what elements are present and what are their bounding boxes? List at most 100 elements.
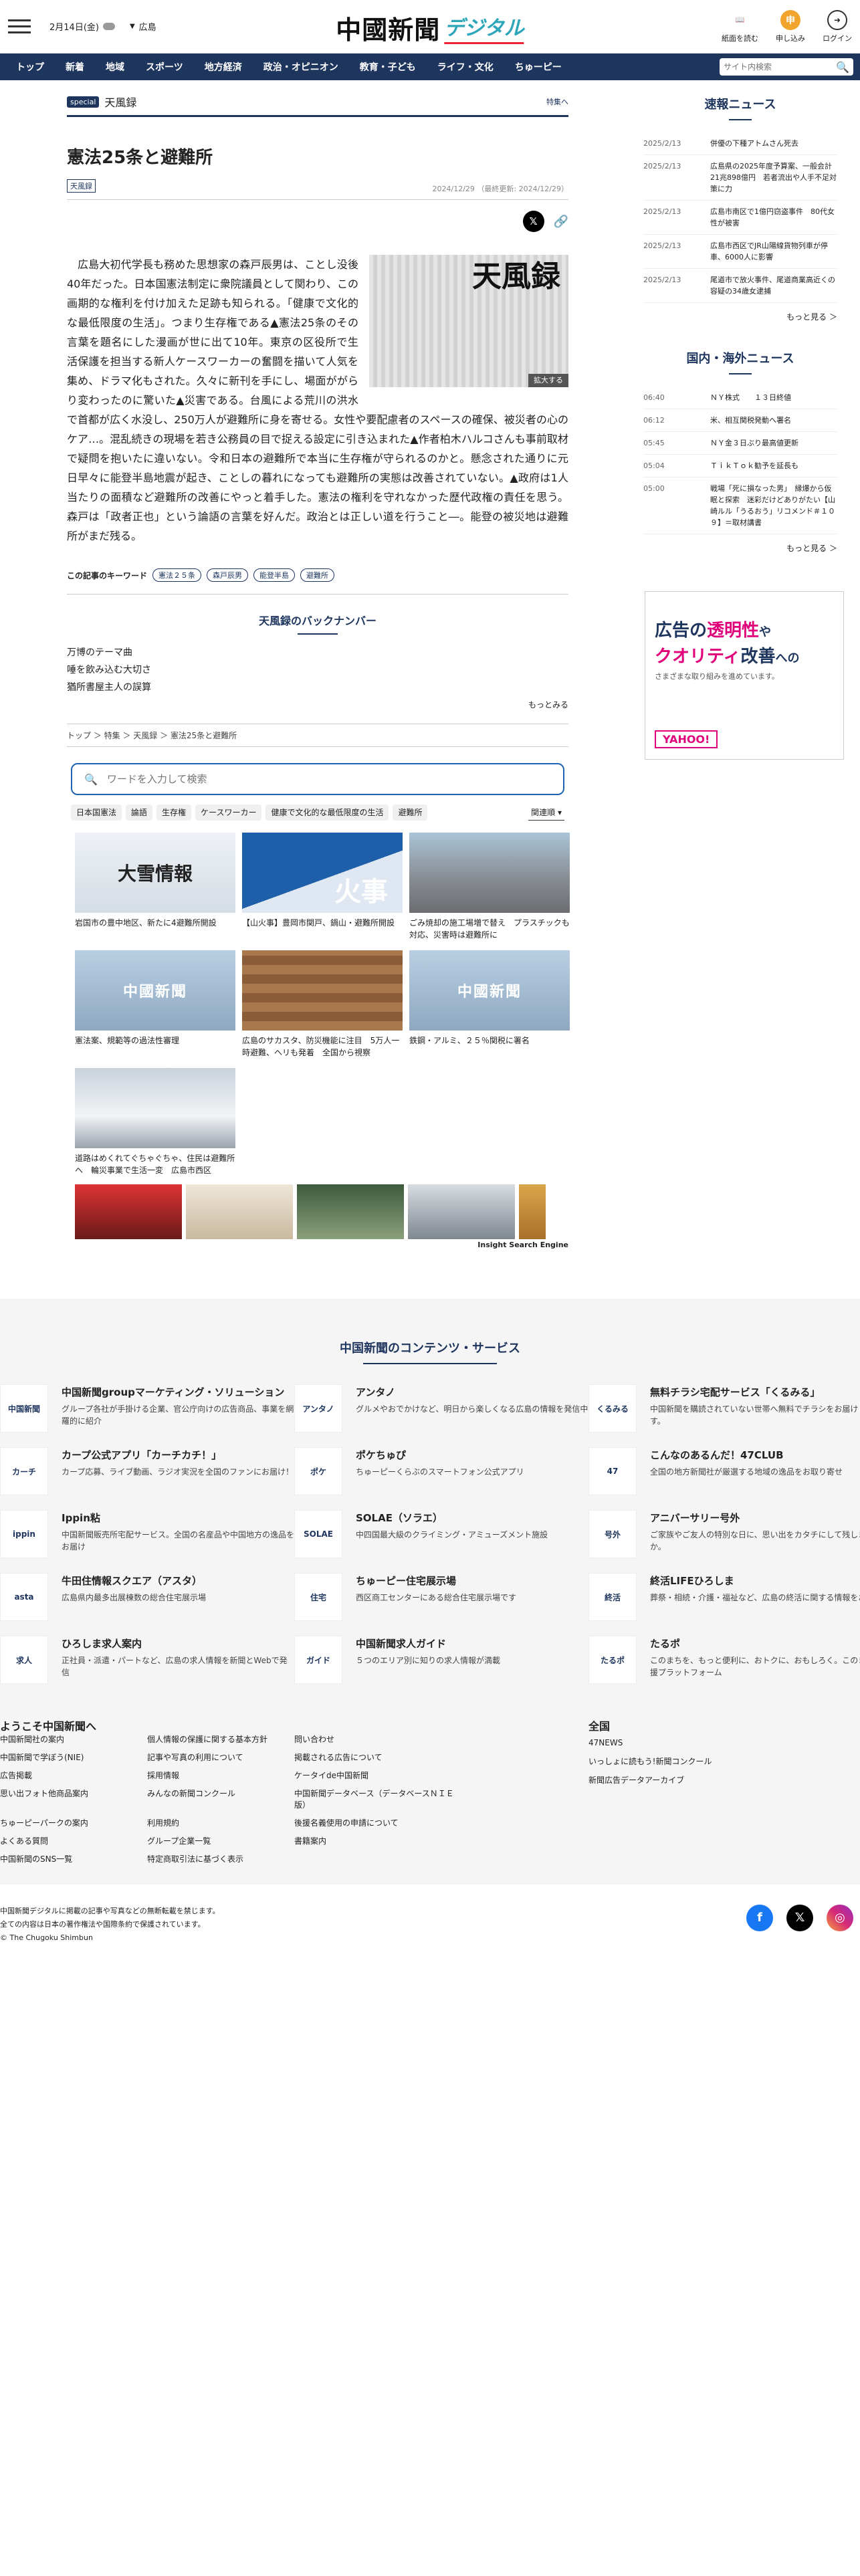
search-icon[interactable]: 🔍	[836, 61, 849, 74]
service-item[interactable]: くるみる 無料チラシ宅配サービス「くるみる」 中国新聞を購読されていない世帯へ無料で…	[588, 1384, 860, 1432]
facebook-icon[interactable]: f	[746, 1905, 773, 1931]
x-share-icon[interactable]: 𝕏	[522, 211, 544, 232]
more-link[interactable]: もっと見る ＞	[643, 311, 837, 322]
related-card[interactable]: 中國新聞 憲法案、規範等の過法性審理	[75, 950, 235, 1059]
keyword-chip[interactable]: 能登半島	[253, 568, 296, 582]
news-row[interactable]: 2025/2/13 広島市西区でJR山陽線貨物列車が停車、6000人に影響	[643, 235, 837, 269]
related-card[interactable]: 道路はめくれてぐちゃぐちゃ、住民は避難所へ 輪災事業で生活一変 広島市西区	[75, 1068, 235, 1176]
footer-link[interactable]: 特定商取引法に基づく表示	[147, 1853, 294, 1864]
nav-education[interactable]: 教育・子ども	[349, 53, 427, 80]
related-card[interactable]: 広島のサカスタ、防災機能に注目 5万人一時避難、ヘリも発着 全国から視察	[242, 950, 403, 1059]
keyword-chip[interactable]: 避難所	[300, 568, 335, 582]
footer-link[interactable]: 個人情報の保護に関する基本方針	[147, 1733, 294, 1745]
news-row[interactable]: 05:45 ＮＹ金３日ぶり最高値更新	[643, 432, 837, 455]
news-row[interactable]: 2025/2/13 尾道市で放火事件、尾道商業高近くの容疑の34歳女逮捕	[643, 269, 837, 303]
service-item[interactable]: 47 こんなのあるんだ！47CLUB 全国の地方新聞社が厳選する地域の逸品をお取り寄…	[588, 1447, 860, 1495]
ad-banner[interactable]: 広告の透明性や クオリティ改善への さまざまな取り組みを進めています。 YAHOO…	[645, 591, 844, 760]
related-card[interactable]: ごみ焼却の施工場増で替え プラスチックも対応、災害時は避難所に	[409, 833, 570, 941]
nav-politics[interactable]: 政治・オピニオン	[253, 53, 349, 80]
nav-economy[interactable]: 地方経済	[194, 53, 253, 80]
thumbnail-image[interactable]	[408, 1184, 515, 1239]
service-item[interactable]: 号外 アニバーサリー号外 ご家族やご友人の特別な日に、思い出をカタチにして残しません…	[588, 1510, 860, 1558]
search-chip[interactable]: ケースワーカー	[195, 804, 262, 821]
menu-icon[interactable]	[8, 19, 31, 33]
footer-link[interactable]: よくある質問	[0, 1835, 147, 1846]
backnumber-item[interactable]: 万博のテーマ曲	[67, 644, 568, 661]
nav-new[interactable]: 新着	[55, 53, 95, 80]
footer-link[interactable]: グループ企業一覧	[147, 1835, 294, 1846]
service-item[interactable]: 住宅 ちゅーピー住宅展示場 西区商工センターにある総合住宅展示場です	[294, 1573, 588, 1621]
article-tag[interactable]: 天風録	[67, 179, 96, 193]
site-search-input[interactable]	[724, 62, 837, 72]
thumbnail-image[interactable]	[519, 1184, 546, 1239]
nav-region[interactable]: 地域	[95, 53, 135, 80]
footer-link[interactable]: 書籍案内	[294, 1835, 455, 1846]
footer-link[interactable]: 問い合わせ	[294, 1733, 455, 1745]
backnumber-item[interactable]: 猶所書屋主人の誤算	[67, 679, 568, 696]
x-icon[interactable]: 𝕏	[786, 1905, 813, 1931]
series-name[interactable]: 天風録	[104, 94, 136, 110]
keyword-chip[interactable]: 森戸辰男	[207, 568, 249, 582]
apply-button[interactable]: 申申し込み	[776, 9, 805, 43]
backnumber-more-link[interactable]: もっとみる	[67, 699, 568, 710]
footer-link[interactable]: 47NEWS	[588, 1733, 712, 1752]
nav-top[interactable]: トップ	[5, 53, 55, 80]
sort-select[interactable]: 関連順 ▾	[528, 804, 564, 821]
keyword-chip[interactable]: 憲法２５条	[152, 568, 202, 582]
footer-link[interactable]: 思い出フォト他商品案内	[0, 1788, 147, 1810]
more-link[interactable]: もっと見る ＞	[643, 542, 837, 554]
footer-link[interactable]: 利用規約	[147, 1817, 294, 1828]
article-image[interactable]: 天風録 拡大する	[369, 255, 568, 387]
search-chip[interactable]: 健康で文化的な最低限度の生活	[265, 804, 389, 821]
news-row[interactable]: 05:04 ＴｉｋＴｏｋ勧予を延長も	[643, 455, 837, 477]
footer-link[interactable]: 採用情報	[147, 1769, 294, 1781]
search-chip[interactable]: 日本国憲法	[71, 804, 122, 821]
footer-link[interactable]: いっしょに読もう!新聞コンクール	[588, 1752, 712, 1771]
footer-link[interactable]: 後援名義使用の申請について	[294, 1817, 455, 1828]
to-special-link[interactable]: 特集へ	[546, 96, 568, 107]
footer-link[interactable]: ケータイde中国新聞	[294, 1769, 455, 1781]
login-button[interactable]: ➜ ログイン	[823, 9, 852, 43]
thumbnail-image[interactable]	[297, 1184, 404, 1239]
service-item[interactable]: アンタノ アンタノ グルメやおでかけなど、明日から楽しくなる広島の情報を発信中	[294, 1384, 588, 1432]
service-item[interactable]: ポケ ポケちゅぴ ちゅーピーくらぶのスマートフォン公式アプリ	[294, 1447, 588, 1495]
news-row[interactable]: 06:40 ＮＹ株式 １３日終値	[643, 387, 837, 409]
related-card[interactable]: 大雪情報 岩国市の豊中地区、新たに4避難所開設	[75, 833, 235, 941]
news-row[interactable]: 2025/2/13 広島県の2025年度予算案、一般会計21兆898億円 若者流出…	[643, 155, 837, 201]
news-row[interactable]: 2025/2/13 広島市南区で1億円窃盗事件 80代女性が被害	[643, 201, 837, 235]
news-row[interactable]: 05:00 戦場「死に損なった男」 縁爆から仮眠と探索 迷彩だけどありがたい【山崎…	[643, 477, 837, 534]
footer-link[interactable]: 中国新聞のSNS一覧	[0, 1853, 147, 1864]
instagram-icon[interactable]: ◎	[827, 1905, 853, 1931]
read-paper-button[interactable]: 📖 紙面を読む	[722, 10, 758, 43]
thumbnail-image[interactable]	[75, 1184, 182, 1239]
footer-link[interactable]: 中国新聞で学ぼう(NIE)	[0, 1751, 147, 1763]
link-copy-icon[interactable]: 🔗	[554, 215, 568, 229]
footer-link[interactable]: 中国新聞データベース（データベースＮＩＥ版）	[294, 1788, 455, 1810]
search-chip[interactable]: 避難所	[393, 804, 428, 821]
footer-link[interactable]: 記事や写真の利用について	[147, 1751, 294, 1763]
search-chip[interactable]: 論語	[126, 804, 153, 821]
site-logo[interactable]: 中國新聞 デジタル	[336, 9, 524, 46]
service-item[interactable]: たるポ たるポ このまちを、もっと便利に、おトクに、おもしろく。このまち応援プラット…	[588, 1636, 860, 1684]
related-card[interactable]: 火事 【山火事】豊岡市関戸、鍋山・避難所開設	[242, 833, 403, 941]
search-chip[interactable]: 生存権	[156, 804, 192, 821]
nav-life[interactable]: ライフ・文化	[427, 53, 504, 80]
backnumber-item[interactable]: 唾を飲み込む大切さ	[67, 661, 568, 679]
enlarge-button[interactable]: 拡大する	[528, 374, 568, 387]
article-search-input[interactable]	[106, 773, 551, 785]
footer-link[interactable]: 新聞広告データアーカイブ	[588, 1771, 712, 1790]
footer-link[interactable]: ちゅーピーパークの案内	[0, 1817, 147, 1828]
service-item[interactable]: 中国新聞 中国新聞groupマーケティング・ソリューション グループ各社が手掛ける企…	[0, 1384, 294, 1432]
nav-chupea[interactable]: ちゅーピー	[504, 53, 572, 80]
service-item[interactable]: SOLAE SOLAE（ソラエ） 中四国最大級のクライミング・アミューズメント施設	[294, 1510, 588, 1558]
service-item[interactable]: ガイド 中国新聞求人ガイド ５つのエリア別に知りの求人情報が満載	[294, 1636, 588, 1684]
service-item[interactable]: ippin Ippin粘 中国新聞販売所宅配サービス。全国の名産品や中国地方の逸品を…	[0, 1510, 294, 1558]
service-item[interactable]: asta 牛田住情報スクエア（アスタ） 広島県内最多出展棟数の総合住宅展示場	[0, 1573, 294, 1621]
region-selector[interactable]: ▼ 広島	[130, 20, 156, 33]
thumbnail-image[interactable]	[186, 1184, 293, 1239]
footer-link[interactable]: 掲載される広告について	[294, 1751, 455, 1763]
service-item[interactable]: 求人 ひろしま求人案内 正社員・派遣・パートなど、広島の求人情報を新聞とWebで発信	[0, 1636, 294, 1684]
related-card[interactable]: 中國新聞 鉄鋼・アルミ、２５％関税に署名	[409, 950, 570, 1059]
service-item[interactable]: カーチ カープ公式アプリ「カーチカチ！」 カープ応募、ライブ動画、ラジオ実況を全国の…	[0, 1447, 294, 1495]
news-row[interactable]: 06:12 米、相互関税発動へ署名	[643, 409, 837, 432]
